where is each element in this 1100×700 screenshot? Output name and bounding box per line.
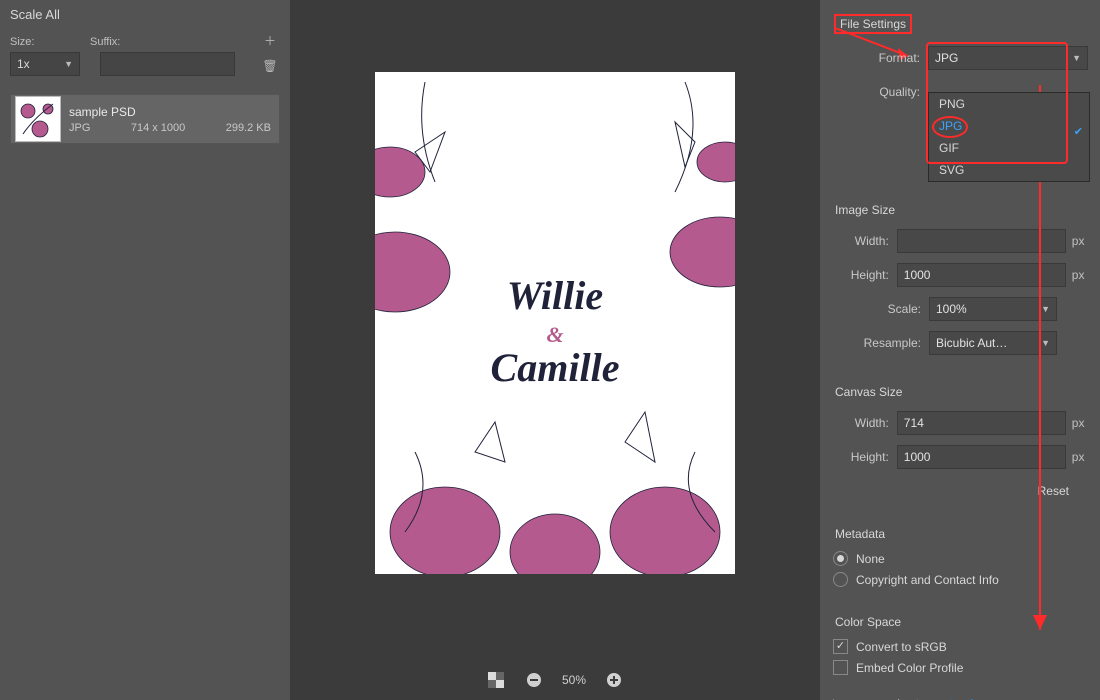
cv-height-input[interactable]	[897, 445, 1066, 469]
img-height-unit: px	[1072, 268, 1087, 282]
checker-icon[interactable]	[486, 670, 506, 690]
image-size-title: Image Size	[835, 203, 1087, 217]
asset-row[interactable]: sample PSD JPG 714 x 1000 299.2 KB	[10, 94, 280, 144]
reset-button[interactable]: Reset	[1020, 477, 1087, 505]
colorspace-title: Color Space	[835, 615, 1087, 629]
convert-srgb-label: Convert to sRGB	[856, 640, 947, 654]
asset-name: sample PSD	[69, 105, 271, 119]
img-scale-value: 100%	[936, 302, 967, 316]
img-resample-value: Bicubic Aut…	[936, 336, 1007, 350]
img-resample-select[interactable]: Bicubic Aut… ▼	[929, 331, 1057, 355]
asset-dimensions: 714 x 1000	[131, 122, 185, 134]
chevron-down-icon: ▼	[1041, 304, 1050, 314]
img-width-input[interactable]	[897, 229, 1066, 253]
metadata-title: Metadata	[835, 527, 1087, 541]
chevron-down-icon: ▼	[1041, 338, 1050, 348]
size-select[interactable]: 1x ▼	[10, 52, 80, 76]
file-settings-title: File Settings	[834, 14, 912, 34]
img-width-label: Width:	[833, 234, 889, 248]
img-height-label: Height:	[833, 268, 889, 282]
embed-profile-label: Embed Color Profile	[856, 661, 963, 675]
radio-icon	[833, 572, 848, 587]
metadata-copyright-radio[interactable]: Copyright and Contact Info	[833, 572, 1087, 587]
format-label: Format:	[832, 51, 920, 65]
chevron-down-icon: ▼	[64, 59, 73, 69]
img-resample-label: Resample:	[833, 336, 921, 350]
format-option-gif[interactable]: GIF	[929, 137, 1089, 159]
img-height-input[interactable]	[897, 263, 1066, 287]
scale-all-title: Scale All	[10, 7, 280, 22]
img-scale-label: Scale:	[833, 302, 921, 316]
metadata-none-label: None	[856, 552, 885, 566]
suffix-input[interactable]	[100, 52, 235, 76]
quality-label: Quality:	[832, 85, 920, 99]
img-width-unit: px	[1072, 234, 1087, 248]
suffix-label: Suffix:	[90, 36, 235, 48]
asset-filesize: 299.2 KB	[226, 122, 271, 134]
preview-name2: Camille	[491, 344, 620, 391]
format-option-png[interactable]: PNG	[929, 93, 1089, 115]
asset-thumbnail	[15, 96, 61, 142]
embed-profile-check[interactable]: Embed Color Profile	[833, 660, 1087, 675]
format-value: JPG	[935, 51, 958, 65]
format-dropdown[interactable]: PNG JPG ✔ GIF SVG	[928, 92, 1090, 182]
cv-height-label: Height:	[833, 450, 889, 464]
preview-name1: Willie	[507, 272, 603, 319]
format-select[interactable]: JPG ▼	[928, 46, 1088, 70]
size-label: Size:	[10, 36, 80, 48]
chevron-down-icon: ▼	[1072, 53, 1081, 63]
cv-height-unit: px	[1072, 450, 1087, 464]
format-option-jpg[interactable]: JPG ✔	[929, 115, 1089, 137]
radio-icon	[833, 551, 848, 566]
asset-type: JPG	[69, 122, 90, 134]
cv-width-unit: px	[1072, 416, 1087, 430]
metadata-none-radio[interactable]: None	[833, 551, 1087, 566]
zoom-out-icon[interactable]	[524, 670, 544, 690]
metadata-copyright-label: Copyright and Contact Info	[856, 573, 999, 587]
zoom-value: 50%	[562, 673, 586, 687]
add-size-icon[interactable]: ＋	[260, 30, 280, 50]
preview-canvas: Willie & Camille	[375, 72, 735, 574]
canvas-size-title: Canvas Size	[835, 385, 1087, 399]
img-scale-select[interactable]: 100% ▼	[929, 297, 1057, 321]
format-option-svg[interactable]: SVG	[929, 159, 1089, 181]
checkbox-icon	[833, 639, 848, 654]
zoom-in-icon[interactable]	[604, 670, 624, 690]
checkbox-icon	[833, 660, 848, 675]
cv-width-label: Width:	[833, 416, 889, 430]
convert-srgb-check[interactable]: Convert to sRGB	[833, 639, 1087, 654]
delete-size-icon[interactable]: 🗑	[260, 56, 280, 76]
cv-width-input[interactable]	[897, 411, 1066, 435]
size-value: 1x	[17, 57, 30, 71]
